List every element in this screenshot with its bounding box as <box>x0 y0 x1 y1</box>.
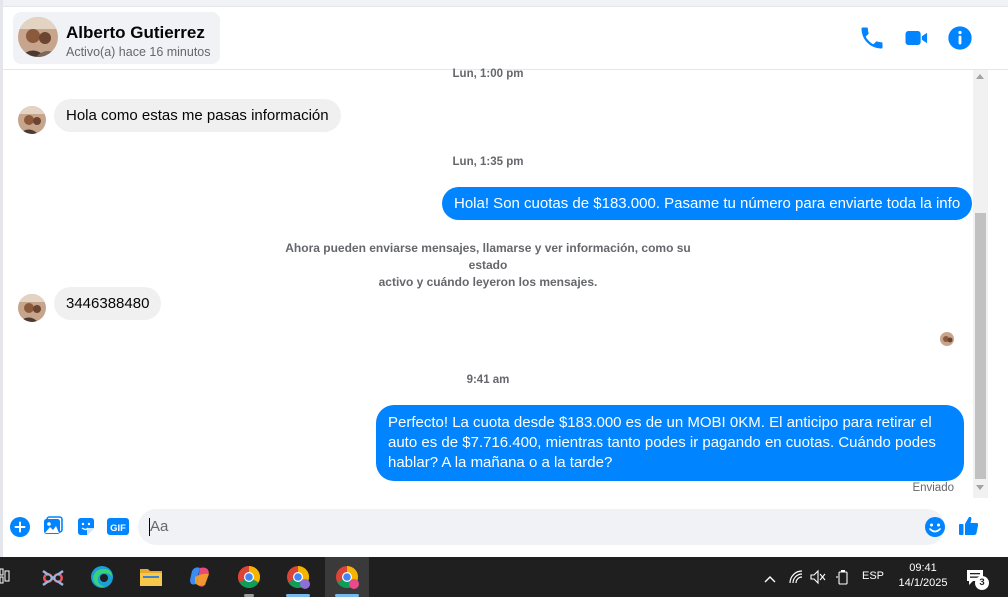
chrome-taskbar-icon[interactable] <box>227 557 271 597</box>
avatar[interactable] <box>18 106 46 134</box>
scroll-down-arrow-icon[interactable] <box>976 485 984 490</box>
clock[interactable]: 09:41 14/1/2025 <box>888 560 958 594</box>
contact-name: Alberto Gutierrez <box>66 23 205 42</box>
incoming-message[interactable]: 3446388480 <box>54 287 162 320</box>
gif-icon[interactable]: GIF <box>106 516 130 538</box>
read-receipt-avatar <box>940 332 954 346</box>
task-view-icon[interactable] <box>0 568 10 585</box>
chrome-profile-active-taskbar-icon[interactable] <box>325 557 369 597</box>
edge-taskbar-icon[interactable] <box>80 557 124 597</box>
system-notice: Ahora pueden enviarse mensajes, llamarse… <box>273 240 703 291</box>
video-icon[interactable] <box>902 24 930 52</box>
system-notice-line: Ahora pueden enviarse mensajes, llamarse… <box>285 241 691 272</box>
chat-header: Alberto Gutierrez Activo(a) hace 16 minu… <box>3 7 1008 70</box>
scroll-up-arrow-icon[interactable] <box>976 74 984 79</box>
message-list[interactable]: Lun, 1:00 pm Hola como estas me pasas in… <box>3 68 973 500</box>
copilot-taskbar-icon[interactable] <box>178 557 222 597</box>
notification-count-badge: 3 <box>975 576 989 590</box>
windows-taskbar: ESP 09:41 14/1/2025 3 <box>0 557 1008 597</box>
plus-icon[interactable] <box>9 516 31 538</box>
messenger-window: Alberto Gutierrez Activo(a) hace 16 minu… <box>0 0 1008 557</box>
wifi-icon[interactable] <box>788 569 804 585</box>
timestamp: Lun, 1:00 pm <box>452 68 524 80</box>
clock-date: 14/1/2025 <box>898 577 948 589</box>
image-icon[interactable] <box>42 516 64 538</box>
snipping-tool-taskbar-icon[interactable] <box>31 557 75 597</box>
contact-status: Activo(a) hace 16 minutos <box>66 45 211 59</box>
battery-icon[interactable] <box>835 568 851 586</box>
system-notice-line: activo y cuándo leyeron los mensajes. <box>378 275 598 289</box>
avatar[interactable] <box>18 294 46 322</box>
info-icon[interactable] <box>946 24 974 52</box>
timestamp: 9:41 am <box>466 374 510 386</box>
file-explorer-taskbar-icon[interactable] <box>129 557 173 597</box>
volume-muted-icon[interactable] <box>809 569 827 585</box>
emoji-icon[interactable] <box>924 516 946 538</box>
outgoing-message[interactable]: Perfecto! La cuota desde $183.000 es de … <box>376 405 964 481</box>
contact-info-button[interactable]: Alberto Gutierrez Activo(a) hace 16 minu… <box>13 12 220 64</box>
chrome-profile-taskbar-icon[interactable] <box>276 557 320 597</box>
like-icon[interactable] <box>957 514 981 538</box>
language-indicator[interactable]: ESP <box>862 570 884 582</box>
svg-text:GIF: GIF <box>110 523 126 534</box>
top-strip <box>0 0 1008 7</box>
scrollbar-thumb[interactable] <box>975 213 986 479</box>
composer: GIF Aa <box>3 500 1008 557</box>
notification-center-icon[interactable]: 3 <box>966 568 990 590</box>
incoming-message[interactable]: Hola como estas me pasas información <box>54 99 341 132</box>
sent-status: Enviado <box>912 482 954 494</box>
message-input[interactable]: Aa <box>138 509 945 545</box>
avatar <box>18 17 58 57</box>
phone-icon[interactable] <box>858 24 886 52</box>
sticker-icon[interactable] <box>75 516 97 538</box>
chevron-up-icon[interactable] <box>764 571 776 583</box>
timestamp: Lun, 1:35 pm <box>452 156 524 168</box>
clock-time: 09:41 <box>909 562 937 574</box>
message-input-placeholder: Aa <box>150 518 169 535</box>
outgoing-message[interactable]: Hola! Son cuotas de $183.000. Pasame tu … <box>442 187 973 220</box>
